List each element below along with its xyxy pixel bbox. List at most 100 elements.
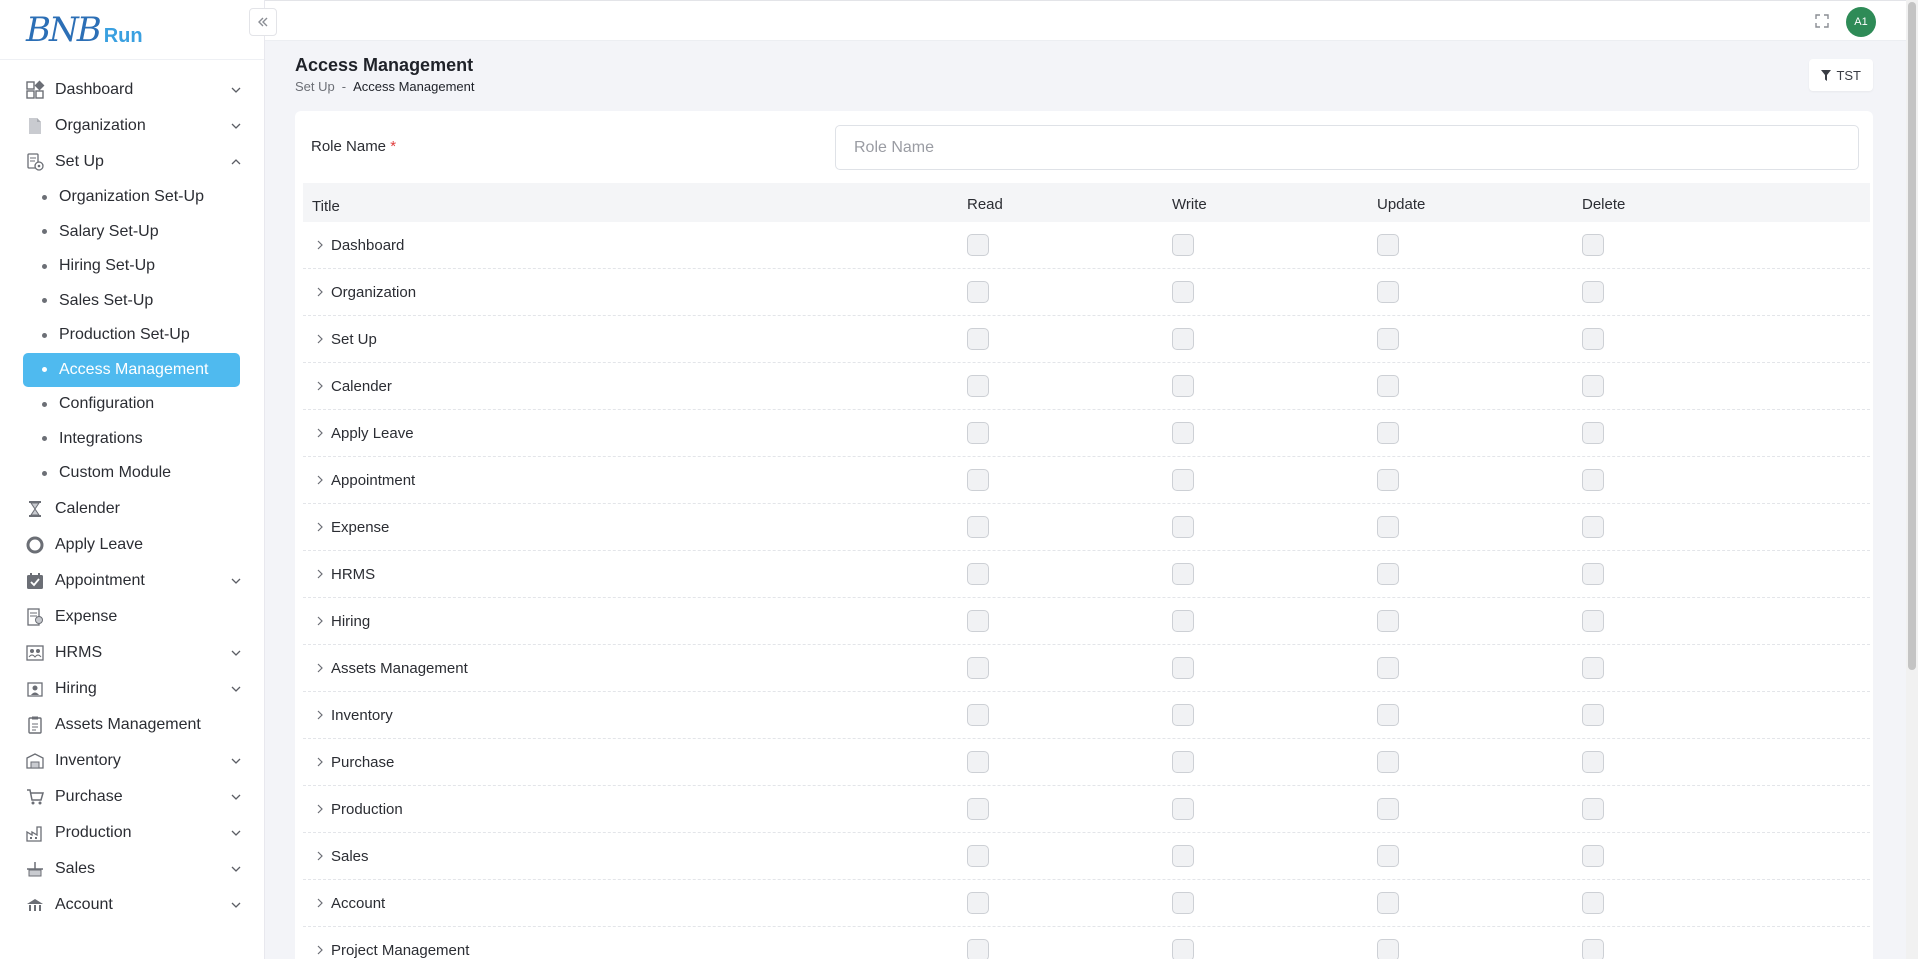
expand-row-button[interactable] bbox=[311, 565, 329, 583]
read-checkbox[interactable] bbox=[967, 610, 989, 632]
sidebar-item-production[interactable]: Production bbox=[0, 815, 264, 851]
sidebar-item-appointment[interactable]: Appointment bbox=[0, 563, 264, 599]
delete-checkbox[interactable] bbox=[1582, 234, 1604, 256]
read-checkbox[interactable] bbox=[967, 798, 989, 820]
write-checkbox[interactable] bbox=[1172, 422, 1194, 444]
expand-row-button[interactable] bbox=[311, 471, 329, 489]
sidebar-subitem-production-set-up[interactable]: Production Set-Up bbox=[23, 318, 240, 353]
expand-row-button[interactable] bbox=[311, 612, 329, 630]
update-checkbox[interactable] bbox=[1377, 375, 1399, 397]
update-checkbox[interactable] bbox=[1377, 328, 1399, 350]
expand-row-button[interactable] bbox=[311, 706, 329, 724]
sidebar-subitem-hiring-set-up[interactable]: Hiring Set-Up bbox=[23, 249, 240, 284]
delete-checkbox[interactable] bbox=[1582, 657, 1604, 679]
sidebar-subitem-custom-module[interactable]: Custom Module bbox=[23, 456, 240, 491]
sidebar-item-assets-management[interactable]: Assets Management bbox=[0, 707, 264, 743]
delete-checkbox[interactable] bbox=[1582, 845, 1604, 867]
delete-checkbox[interactable] bbox=[1582, 610, 1604, 632]
expand-row-button[interactable] bbox=[311, 236, 329, 254]
read-checkbox[interactable] bbox=[967, 892, 989, 914]
write-checkbox[interactable] bbox=[1172, 563, 1194, 585]
delete-checkbox[interactable] bbox=[1582, 469, 1604, 491]
expand-row-button[interactable] bbox=[311, 659, 329, 677]
delete-checkbox[interactable] bbox=[1582, 704, 1604, 726]
expand-row-button[interactable] bbox=[311, 894, 329, 912]
sidebar-item-expense[interactable]: Expense bbox=[0, 599, 264, 635]
user-avatar[interactable]: A1 bbox=[1846, 7, 1876, 37]
expand-row-button[interactable] bbox=[311, 283, 329, 301]
update-checkbox[interactable] bbox=[1377, 939, 1399, 959]
update-checkbox[interactable] bbox=[1377, 751, 1399, 773]
sidebar-item-hiring[interactable]: Hiring bbox=[0, 671, 264, 707]
sidebar-item-apply-leave[interactable]: Apply Leave bbox=[0, 527, 264, 563]
write-checkbox[interactable] bbox=[1172, 375, 1194, 397]
write-checkbox[interactable] bbox=[1172, 751, 1194, 773]
read-checkbox[interactable] bbox=[967, 845, 989, 867]
read-checkbox[interactable] bbox=[967, 281, 989, 303]
update-checkbox[interactable] bbox=[1377, 892, 1399, 914]
expand-row-button[interactable] bbox=[311, 330, 329, 348]
write-checkbox[interactable] bbox=[1172, 469, 1194, 491]
update-checkbox[interactable] bbox=[1377, 422, 1399, 444]
sidebar-item-calender[interactable]: Calender bbox=[0, 491, 264, 527]
breadcrumb-parent[interactable]: Set Up bbox=[295, 79, 335, 94]
sidebar-subitem-sales-set-up[interactable]: Sales Set-Up bbox=[23, 284, 240, 319]
sidebar-subitem-salary-set-up[interactable]: Salary Set-Up bbox=[23, 215, 240, 250]
delete-checkbox[interactable] bbox=[1582, 939, 1604, 959]
read-checkbox[interactable] bbox=[967, 328, 989, 350]
app-logo[interactable]: BNB Run bbox=[0, 0, 264, 60]
expand-row-button[interactable] bbox=[311, 753, 329, 771]
update-checkbox[interactable] bbox=[1377, 610, 1399, 632]
expand-row-button[interactable] bbox=[311, 377, 329, 395]
sidebar-subitem-configuration[interactable]: Configuration bbox=[23, 387, 240, 422]
sidebar-subitem-organization-set-up[interactable]: Organization Set-Up bbox=[23, 180, 240, 215]
read-checkbox[interactable] bbox=[967, 234, 989, 256]
sidebar-item-dashboard[interactable]: Dashboard bbox=[0, 72, 264, 108]
read-checkbox[interactable] bbox=[967, 751, 989, 773]
expand-row-button[interactable] bbox=[311, 424, 329, 442]
read-checkbox[interactable] bbox=[967, 516, 989, 538]
write-checkbox[interactable] bbox=[1172, 610, 1194, 632]
fullscreen-icon[interactable] bbox=[1814, 13, 1830, 29]
sidebar-subitem-integrations[interactable]: Integrations bbox=[23, 422, 240, 457]
delete-checkbox[interactable] bbox=[1582, 751, 1604, 773]
write-checkbox[interactable] bbox=[1172, 704, 1194, 726]
write-checkbox[interactable] bbox=[1172, 234, 1194, 256]
expand-row-button[interactable] bbox=[311, 941, 329, 959]
delete-checkbox[interactable] bbox=[1582, 328, 1604, 350]
update-checkbox[interactable] bbox=[1377, 704, 1399, 726]
write-checkbox[interactable] bbox=[1172, 281, 1194, 303]
delete-checkbox[interactable] bbox=[1582, 375, 1604, 397]
read-checkbox[interactable] bbox=[967, 469, 989, 491]
write-checkbox[interactable] bbox=[1172, 939, 1194, 959]
delete-checkbox[interactable] bbox=[1582, 563, 1604, 585]
read-checkbox[interactable] bbox=[967, 657, 989, 679]
sidebar-item-sales[interactable]: Sales bbox=[0, 851, 264, 887]
update-checkbox[interactable] bbox=[1377, 516, 1399, 538]
sidebar-item-account[interactable]: Account bbox=[0, 887, 264, 923]
update-checkbox[interactable] bbox=[1377, 798, 1399, 820]
delete-checkbox[interactable] bbox=[1582, 516, 1604, 538]
sidebar-item-set-up[interactable]: Set Up bbox=[0, 144, 264, 180]
read-checkbox[interactable] bbox=[967, 375, 989, 397]
filter-button[interactable]: TST bbox=[1809, 59, 1873, 91]
sidebar-subitem-access-management[interactable]: Access Management bbox=[23, 352, 240, 387]
update-checkbox[interactable] bbox=[1377, 281, 1399, 303]
expand-row-button[interactable] bbox=[311, 518, 329, 536]
page-scrollbar[interactable] bbox=[1906, 0, 1918, 959]
delete-checkbox[interactable] bbox=[1582, 892, 1604, 914]
read-checkbox[interactable] bbox=[967, 422, 989, 444]
role-name-input[interactable] bbox=[835, 125, 1859, 170]
read-checkbox[interactable] bbox=[967, 704, 989, 726]
collapse-sidebar-button[interactable] bbox=[249, 8, 277, 36]
delete-checkbox[interactable] bbox=[1582, 281, 1604, 303]
write-checkbox[interactable] bbox=[1172, 798, 1194, 820]
write-checkbox[interactable] bbox=[1172, 892, 1194, 914]
update-checkbox[interactable] bbox=[1377, 469, 1399, 491]
sidebar-item-hrms[interactable]: HRMS bbox=[0, 635, 264, 671]
write-checkbox[interactable] bbox=[1172, 516, 1194, 538]
update-checkbox[interactable] bbox=[1377, 563, 1399, 585]
expand-row-button[interactable] bbox=[311, 800, 329, 818]
scrollbar-thumb[interactable] bbox=[1908, 2, 1916, 670]
write-checkbox[interactable] bbox=[1172, 845, 1194, 867]
